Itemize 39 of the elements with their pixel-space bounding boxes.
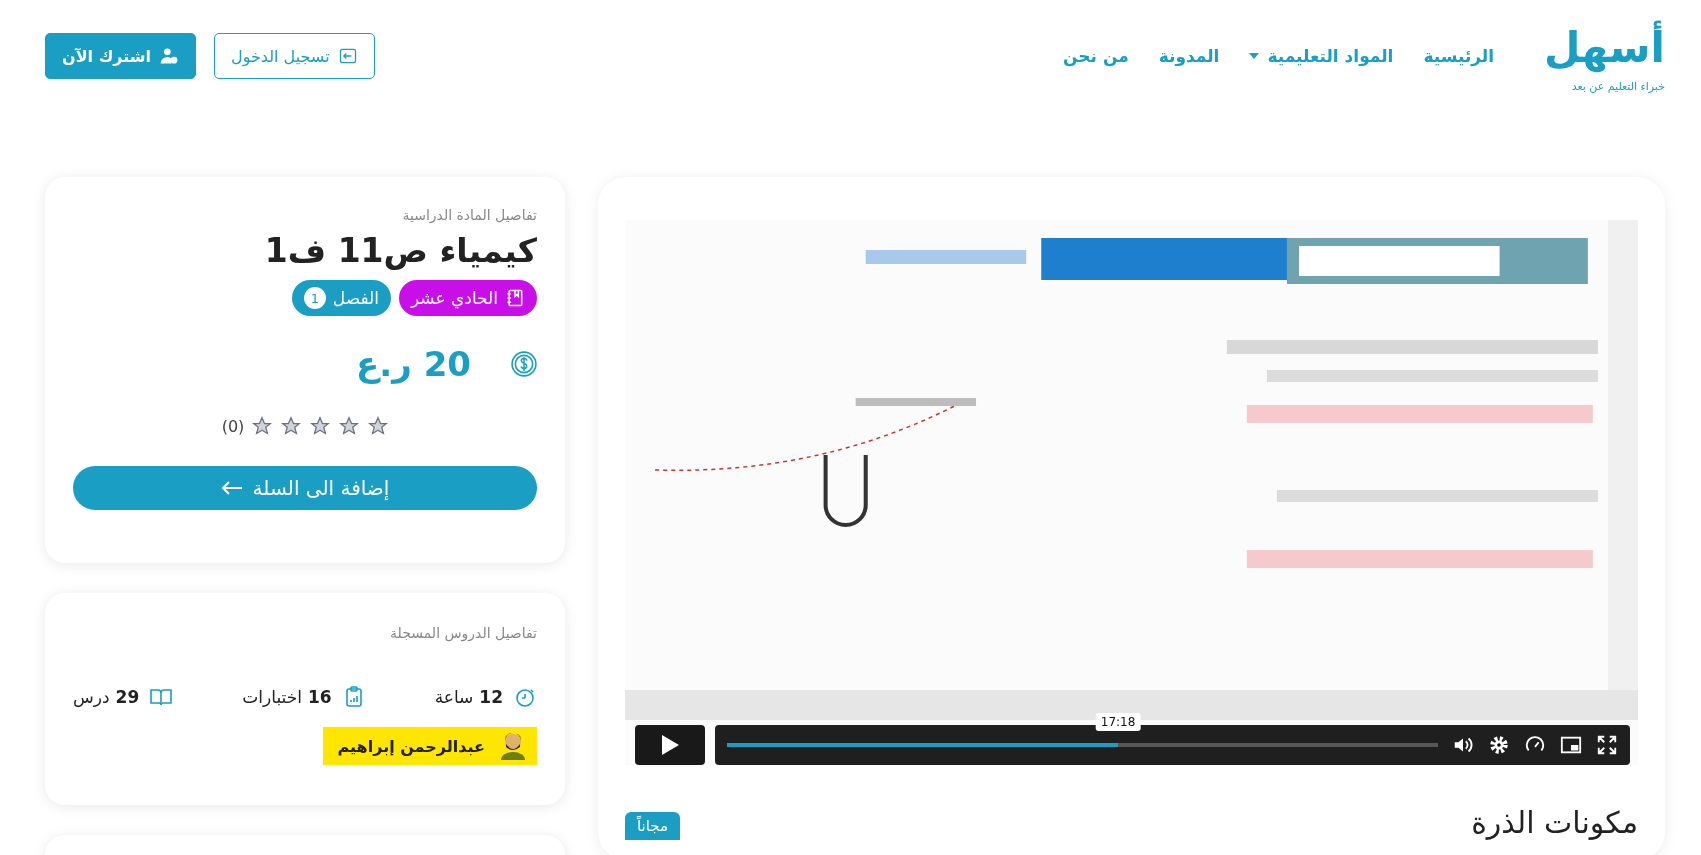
nav-link[interactable]: المواد التعليمية	[1249, 46, 1394, 66]
section-label: تفاصيل الدروس المسجلة	[389, 625, 537, 641]
play-icon	[660, 734, 680, 756]
dollar-coin-icon	[511, 351, 537, 377]
settings-icon[interactable]	[1488, 734, 1510, 756]
lesson-title: مكونات الذرة	[1471, 805, 1638, 840]
star-icon	[339, 416, 360, 436]
section-label: تفاصيل المادة الدراسية	[401, 207, 537, 223]
teacher-chip[interactable]: عبدالرحمن إبراهيم	[322, 727, 537, 765]
nav-link[interactable]: من نحن	[1063, 46, 1129, 66]
picture-in-picture-icon[interactable]	[1560, 734, 1582, 756]
rating-count: (0)	[221, 416, 245, 436]
nav-link[interactable]: المدونة	[1158, 46, 1220, 66]
user-plus-icon	[159, 46, 179, 66]
login-button[interactable]: تسجيل الدخول	[214, 33, 375, 79]
star-icon	[310, 416, 331, 436]
star-icon	[368, 416, 389, 436]
login-icon	[337, 46, 358, 66]
subscribe-button[interactable]: اشترك الآن	[45, 33, 196, 79]
logo[interactable]: أسهل	[1544, 19, 1665, 78]
star-icon	[281, 416, 302, 436]
teacher-name: عبدالرحمن إبراهيم	[337, 736, 485, 756]
arrow-left-icon	[220, 480, 243, 496]
nav-link[interactable]: الرئيسية	[1423, 46, 1495, 66]
logo-tagline: خبراء التعليم عن بعد	[1571, 79, 1665, 93]
term-number: 1	[303, 287, 326, 309]
caret-icon	[1249, 53, 1260, 59]
course-title: كيمياء ص11 ف1	[263, 231, 537, 270]
play-button[interactable]	[635, 725, 705, 765]
notebook-icon	[505, 288, 525, 308]
avatar-icon	[499, 731, 527, 761]
price: 20 ر.ع	[356, 344, 471, 384]
tag-label: الحادي عشر	[410, 288, 498, 308]
fullscreen-icon[interactable]	[1596, 734, 1618, 756]
free-badge: مجاناً	[625, 812, 681, 840]
tag-label: الفصل	[332, 288, 379, 308]
star-icon	[252, 416, 273, 436]
time-tooltip: 17:18	[1095, 713, 1141, 731]
add-to-cart-button[interactable]: إضافة الى السلة	[73, 466, 537, 510]
